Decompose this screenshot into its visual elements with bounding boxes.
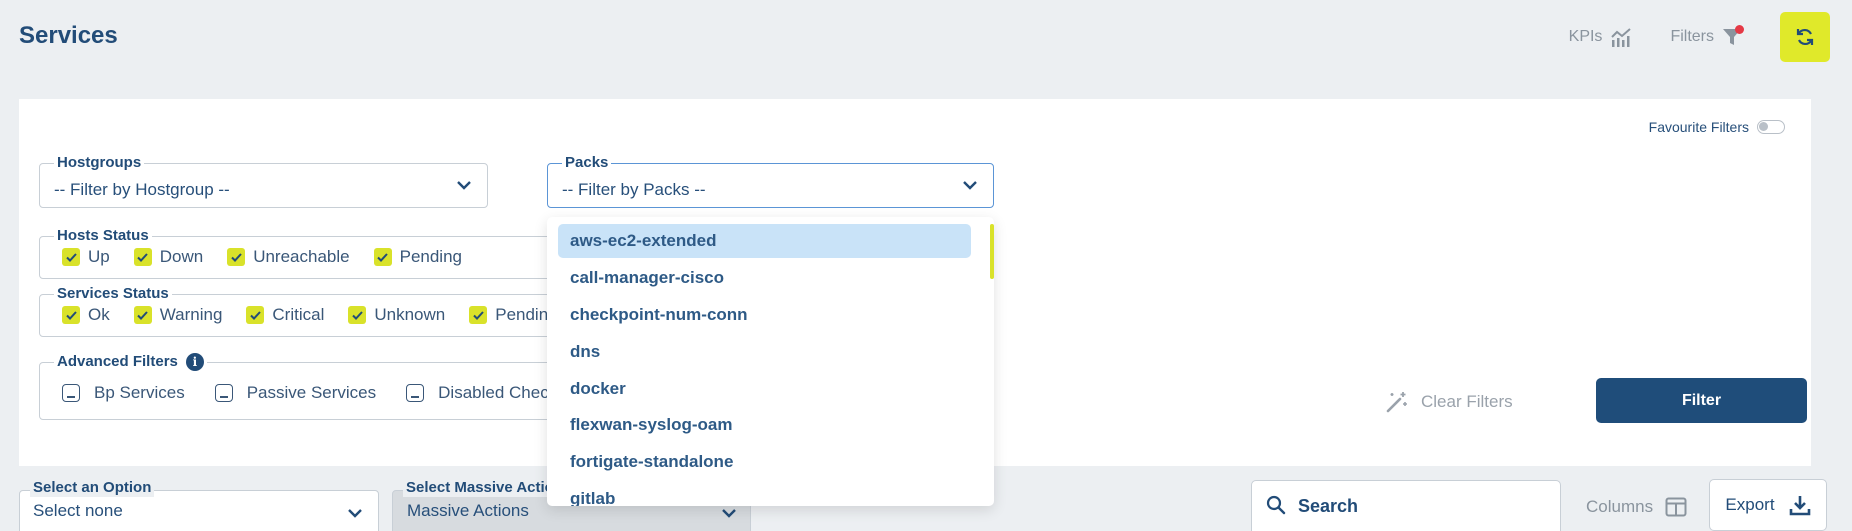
- checkbox-label: Unknown: [374, 305, 446, 324]
- select-option-dropdown[interactable]: Select an Option Select none: [19, 479, 379, 531]
- columns-button[interactable]: Columns: [1586, 497, 1687, 517]
- check-icon: [227, 248, 246, 266]
- chevron-down-icon: [457, 181, 471, 190]
- refresh-button[interactable]: [1780, 12, 1830, 62]
- hosts-status-unreachable-checkbox[interactable]: Unreachable: [227, 247, 350, 267]
- packs-option[interactable]: fortigate-standalone: [558, 445, 971, 479]
- filter-active-indicator: [1735, 25, 1744, 34]
- chevron-down-icon: [722, 509, 736, 518]
- services-status-critical-checkbox[interactable]: Critical: [246, 305, 324, 325]
- search-input[interactable]: Search: [1251, 480, 1561, 531]
- packs-option[interactable]: docker: [558, 372, 971, 406]
- unchecked-box-icon: [62, 384, 80, 402]
- kpis-label: KPIs: [1568, 28, 1603, 45]
- packs-option[interactable]: call-manager-cisco: [558, 261, 971, 295]
- checkbox-label: Warning: [159, 305, 223, 324]
- check-icon: [246, 306, 265, 324]
- clear-filters-label: Clear Filters: [1421, 392, 1513, 411]
- info-icon[interactable]: i: [185, 353, 204, 372]
- magic-wand-icon: [1386, 392, 1407, 413]
- hosts-status-up-checkbox[interactable]: Up: [62, 247, 110, 267]
- services-status-pending-checkbox[interactable]: Pending: [469, 305, 558, 325]
- dropdown-scrollbar[interactable]: [990, 224, 994, 279]
- select-option-label: Select an Option: [30, 479, 155, 497]
- unchecked-box-icon: [406, 384, 425, 402]
- filter-button[interactable]: Filter: [1596, 378, 1807, 423]
- top-actions: KPIs Filters: [1569, 12, 1830, 62]
- clear-filters-button[interactable]: Clear Filters: [1385, 390, 1513, 414]
- hosts-status-label: Hosts Status: [54, 227, 152, 245]
- services-status-label: Services Status: [54, 285, 172, 303]
- chevron-down-icon: [963, 181, 977, 190]
- check-icon: [62, 306, 80, 324]
- check-icon: [62, 248, 80, 266]
- hostgroups-select[interactable]: Hostgroups -- Filter by Hostgroup --: [39, 154, 488, 208]
- advanced-filters-group: Advanced Filters i Bp Services Passive Se…: [39, 353, 569, 420]
- passive-services-checkbox[interactable]: Passive Services: [214, 383, 377, 403]
- select-option-value: Select none: [33, 501, 123, 520]
- hosts-status-down-checkbox[interactable]: Down: [133, 247, 204, 267]
- filter-funnel-icon: [1722, 25, 1744, 47]
- favourite-filters-toggle[interactable]: [1757, 120, 1785, 134]
- packs-value: -- Filter by Packs --: [562, 180, 706, 199]
- advanced-filters-label-wrap: Advanced Filters i: [54, 353, 207, 372]
- hostgroups-value: -- Filter by Hostgroup --: [54, 180, 230, 199]
- filters-label: Filters: [1670, 28, 1714, 45]
- check-icon: [348, 306, 367, 324]
- checkbox-label: Ok: [88, 305, 110, 324]
- export-label: Export: [1725, 495, 1775, 514]
- unchecked-box-icon: [214, 384, 233, 402]
- check-icon: [373, 248, 392, 266]
- packs-select[interactable]: Packs -- Filter by Packs --: [547, 154, 994, 208]
- refresh-icon: [1796, 28, 1814, 46]
- packs-option[interactable]: aws-ec2-extended: [558, 224, 971, 258]
- hostgroups-label: Hostgroups: [54, 154, 145, 172]
- advanced-filters-label: Advanced Filters: [57, 353, 178, 370]
- checkbox-label: Critical: [272, 305, 325, 324]
- massive-actions-value: Massive Actions: [407, 501, 529, 520]
- checkbox-label: Up: [88, 247, 110, 266]
- favourite-filters[interactable]: Favourite Filters: [1649, 119, 1785, 135]
- columns-label: Columns: [1586, 497, 1654, 516]
- favourite-filters-label: Favourite Filters: [1648, 119, 1749, 135]
- checkbox-label: Bp Services: [94, 383, 185, 402]
- packs-dropdown: aws-ec2-extended call-manager-cisco chec…: [547, 217, 994, 506]
- packs-option[interactable]: gitlab: [558, 482, 971, 506]
- check-icon: [469, 306, 488, 324]
- services-status-group: Services Status Ok Warning Critical Unkn…: [39, 285, 569, 337]
- search-label: Search: [1298, 496, 1359, 516]
- services-status-unknown-checkbox[interactable]: Unknown: [348, 305, 445, 325]
- packs-option[interactable]: flexwan-syslog-oam: [558, 408, 971, 442]
- hosts-status-group: Hosts Status Up Down Unreachable Pending: [39, 227, 559, 279]
- export-button[interactable]: Export: [1709, 479, 1827, 531]
- filters-link[interactable]: Filters: [1670, 25, 1744, 47]
- packs-option[interactable]: dns: [558, 335, 971, 369]
- check-icon: [133, 248, 152, 266]
- download-icon: [1789, 496, 1810, 516]
- columns-icon: [1665, 497, 1687, 517]
- kpis-link[interactable]: KPIs: [1569, 27, 1633, 47]
- bp-services-checkbox[interactable]: Bp Services: [62, 383, 185, 403]
- chevron-down-icon: [348, 509, 362, 518]
- services-status-warning-checkbox[interactable]: Warning: [133, 305, 223, 325]
- checkbox-label: Unreachable: [253, 247, 350, 266]
- checkbox-label: Pending: [399, 247, 462, 266]
- check-icon: [133, 306, 152, 324]
- checkbox-label: Down: [159, 247, 204, 266]
- page-title: Services: [19, 22, 118, 49]
- services-status-ok-checkbox[interactable]: Ok: [62, 305, 110, 325]
- packs-option[interactable]: checkpoint-num-conn: [558, 298, 971, 332]
- packs-label: Packs: [562, 154, 612, 172]
- hosts-status-pending-checkbox[interactable]: Pending: [373, 247, 462, 267]
- search-icon: [1266, 495, 1286, 515]
- chart-icon: [1611, 28, 1632, 47]
- checkbox-label: Passive Services: [246, 383, 377, 402]
- disabled-checks-checkbox[interactable]: Disabled Checks: [406, 383, 566, 403]
